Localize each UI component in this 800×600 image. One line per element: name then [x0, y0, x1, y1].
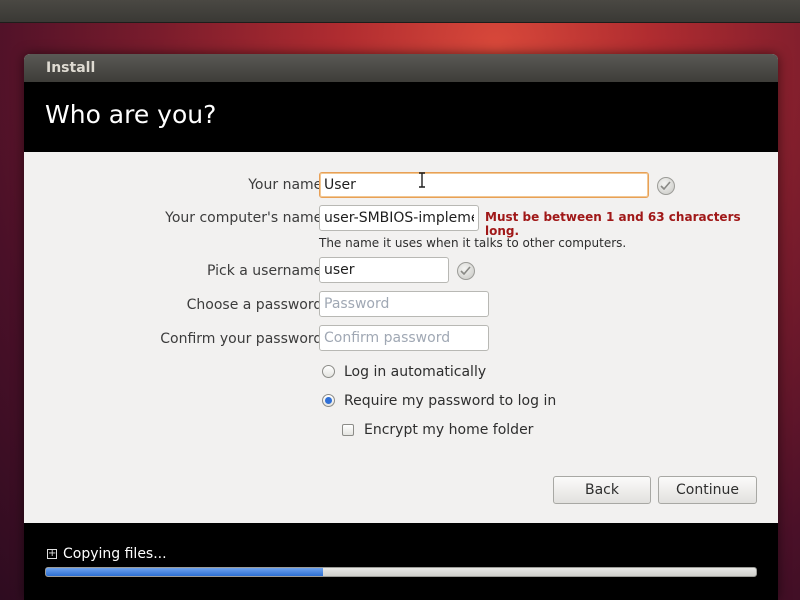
- require-password-label[interactable]: Require my password to log in: [344, 392, 556, 410]
- window-title: Install: [46, 60, 96, 76]
- computer-name-error: Must be between 1 and 63 characters long…: [485, 210, 741, 238]
- back-button[interactable]: Back: [553, 476, 651, 504]
- page-title: Who are you?: [45, 100, 217, 129]
- encrypt-home-label[interactable]: Encrypt my home folder: [364, 421, 533, 439]
- confirm-password-input[interactable]: [319, 325, 489, 351]
- top-panel: [0, 0, 800, 23]
- check-icon: [657, 177, 675, 195]
- confirm-password-label: Confirm your password:: [160, 331, 327, 347]
- progress-bar: [45, 567, 757, 577]
- username-input[interactable]: [319, 257, 449, 283]
- computer-name-hint: The name it uses when it talks to other …: [319, 236, 627, 250]
- your-name-input[interactable]: [319, 172, 649, 198]
- computer-name-input[interactable]: [319, 205, 479, 231]
- window-titlebar[interactable]: Install: [24, 54, 778, 82]
- auto-login-radio[interactable]: [322, 365, 335, 378]
- installer-window: Install Who are you? Your name: Your com…: [24, 54, 778, 600]
- your-name-label: Your name:: [248, 177, 327, 193]
- require-password-radio[interactable]: [322, 394, 335, 407]
- encrypt-home-checkbox[interactable]: [342, 424, 354, 436]
- password-input[interactable]: [319, 291, 489, 317]
- password-label: Choose a password:: [186, 297, 327, 313]
- computer-name-label: Your computer's name:: [165, 210, 327, 226]
- check-icon: [457, 262, 475, 280]
- continue-button[interactable]: Continue: [658, 476, 757, 504]
- progress-bar-fill: [46, 568, 323, 576]
- plus-square-icon[interactable]: +: [47, 549, 57, 559]
- text-cursor-icon: [419, 172, 425, 188]
- auto-login-label[interactable]: Log in automatically: [344, 363, 486, 381]
- username-label: Pick a username:: [206, 263, 327, 279]
- progress-footer: + Copying files...: [24, 523, 778, 600]
- page-header: Who are you?: [24, 82, 778, 152]
- progress-status[interactable]: Copying files...: [63, 546, 167, 562]
